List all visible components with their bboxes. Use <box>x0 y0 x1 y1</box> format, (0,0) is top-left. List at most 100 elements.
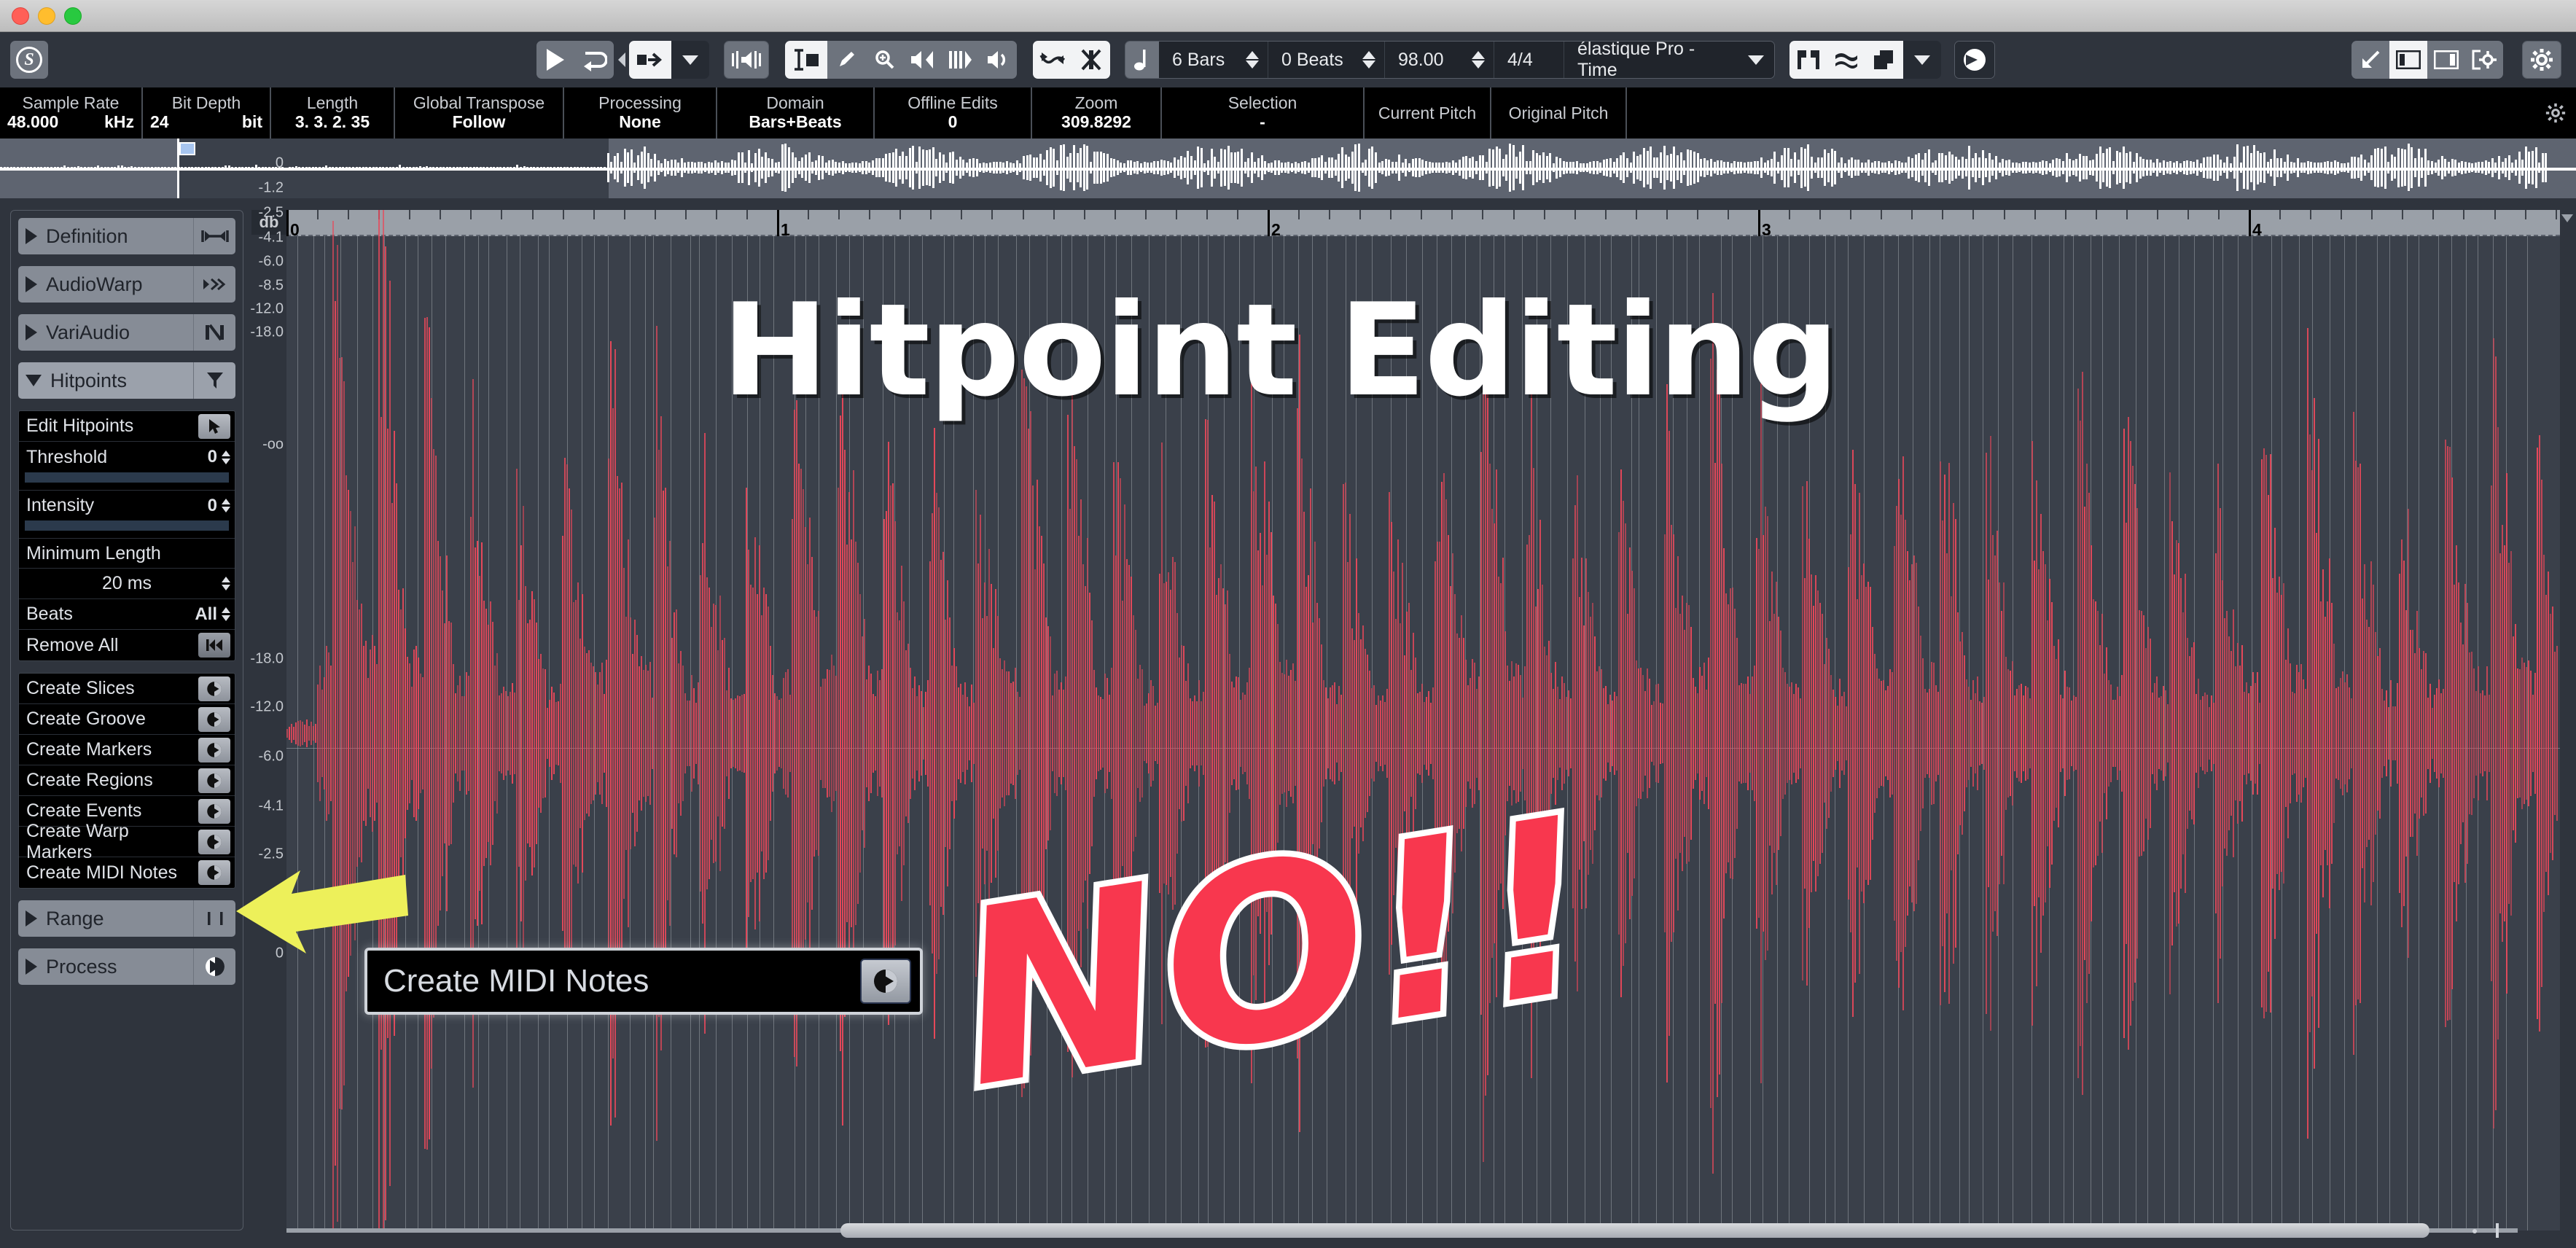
create-midi-notes-callout[interactable]: Create MIDI Notes <box>364 948 923 1015</box>
variaudio-icon[interactable] <box>193 314 235 351</box>
chevron-down-icon[interactable] <box>2561 214 2573 222</box>
show-right-zone-button[interactable] <box>2427 41 2465 79</box>
play-button[interactable] <box>536 41 574 79</box>
range-bounds-icon[interactable] <box>193 900 235 937</box>
beats-stepper[interactable] <box>222 607 230 621</box>
snap-grid-button[interactable] <box>1072 41 1110 79</box>
minimum-length-field[interactable]: 20 ms <box>19 569 235 599</box>
info-cell-sample-rate[interactable]: Sample Rate 48.000 kHz <box>0 87 143 139</box>
process-icon[interactable] <box>193 948 235 985</box>
bars-field[interactable]: 6 Bars <box>1159 42 1268 78</box>
info-cell-original-pitch[interactable]: Original Pitch <box>1491 87 1627 139</box>
info-cell-zoom[interactable]: Zoom 309.8292 <box>1032 87 1162 139</box>
play-action-icon[interactable] <box>198 829 230 854</box>
play-action-icon[interactable] <box>198 798 230 824</box>
play-action-icon[interactable] <box>198 737 230 763</box>
intensity-stepper[interactable] <box>222 499 230 512</box>
action-create-markers[interactable]: Create Markers <box>19 735 235 765</box>
autoscroll-button[interactable] <box>629 41 671 79</box>
sidebar-item-definition[interactable]: Definition <box>18 218 235 254</box>
info-cell-offline-edits[interactable]: Offline Edits 0 <box>875 87 1032 139</box>
action-create-groove[interactable]: Create Groove <box>19 704 235 735</box>
intensity-slider[interactable] <box>25 520 229 531</box>
db-ruler[interactable]: db 0 -1.2 -2.5 -4.1 -6.0 -8.5 -12.0 -18.0 -oo -18… <box>250 155 286 1231</box>
intensity-row[interactable]: Intensity 0 <box>19 490 235 520</box>
algorithm-combo[interactable]: élastique Pro - Time <box>1564 42 1774 78</box>
zoom-slider-handle[interactable] <box>2496 1223 2499 1238</box>
info-cell-processing[interactable]: Processing None <box>564 87 717 139</box>
view-options-caret[interactable] <box>1903 41 1941 79</box>
steinberg-logo-button[interactable]: S <box>10 41 48 79</box>
zoom-button[interactable] <box>64 7 82 25</box>
time-warp-tool-button[interactable] <box>941 41 979 79</box>
overview-strip[interactable] <box>0 139 2576 198</box>
event-handles-button[interactable] <box>1789 41 1827 79</box>
horizontal-scrollbar[interactable] <box>286 1223 2518 1238</box>
setup-window-layout-button[interactable] <box>2465 41 2503 79</box>
revert-button[interactable] <box>1955 42 1994 78</box>
minimize-button[interactable] <box>38 7 55 25</box>
overview-position-marker[interactable] <box>179 142 195 155</box>
play-action-icon[interactable] <box>198 706 230 732</box>
definition-grid-icon[interactable] <box>193 218 235 254</box>
duplicate-view-button[interactable] <box>1865 41 1903 79</box>
range-select-tool-button[interactable] <box>785 41 827 79</box>
play-action-icon[interactable] <box>198 676 230 701</box>
scrollbar-thumb[interactable] <box>840 1223 2429 1238</box>
info-cell-global-transpose[interactable]: Global Transpose Follow <box>395 87 564 139</box>
action-create-slices[interactable]: Create Slices <box>19 674 235 704</box>
play-action-icon[interactable] <box>198 860 230 885</box>
tempo-field[interactable]: 98.00 <box>1385 42 1494 78</box>
time-signature-field[interactable]: 4/4 <box>1494 42 1564 78</box>
audition-button[interactable] <box>725 42 768 78</box>
sidebar-item-hitpoints[interactable]: Hitpoints <box>18 362 235 399</box>
sidebar-item-range[interactable]: Range <box>18 900 235 937</box>
remove-all-row[interactable]: Remove All <box>19 630 235 660</box>
tempo-stepper[interactable] <box>1472 51 1485 69</box>
waveform-layers-button[interactable] <box>1827 41 1865 79</box>
gear-icon[interactable] <box>2545 103 2566 123</box>
audiowarp-icon[interactable] <box>193 266 235 303</box>
play-action-icon[interactable] <box>198 768 230 793</box>
info-cell-length[interactable]: Length 3. 3. 2. 35 <box>271 87 395 139</box>
beats-field[interactable]: 0 Beats <box>1268 42 1385 78</box>
arrow-down-left-button[interactable] <box>2351 41 2389 79</box>
snap-zero-crossing-button[interactable] <box>1033 41 1072 79</box>
zoom-magnifier-tool-button[interactable] <box>865 41 903 79</box>
beats-row[interactable]: Beats All <box>19 599 235 630</box>
filter-funnel-icon[interactable] <box>193 362 235 399</box>
action-create-warp-markers[interactable]: Create Warp Markers <box>19 821 235 862</box>
draw-pencil-tool-button[interactable] <box>827 41 865 79</box>
play-audio-tool-button[interactable] <box>979 41 1017 79</box>
zoom-slider-dot[interactable] <box>2472 1229 2477 1233</box>
edit-hitpoints-row[interactable]: Edit Hitpoints <box>19 411 235 442</box>
action-create-midi-notes[interactable]: Create MIDI Notes <box>19 857 235 888</box>
info-cell-current-pitch[interactable]: Current Pitch <box>1365 87 1491 139</box>
bars-stepper[interactable] <box>1246 51 1259 69</box>
sidebar-item-audiowarp[interactable]: AudioWarp <box>18 266 235 303</box>
info-cell-domain[interactable]: Domain Bars+Beats <box>717 87 875 139</box>
info-cell-bit-depth[interactable]: Bit Depth 24 bit <box>143 87 271 139</box>
musical-mode-note-button[interactable] <box>1125 42 1159 78</box>
cursor-arrow-icon[interactable] <box>198 413 230 439</box>
info-cell-selection[interactable]: Selection - <box>1162 87 1365 139</box>
ruler-tick <box>838 210 840 219</box>
sidebar-item-variaudio[interactable]: VariAudio <box>18 314 235 351</box>
rewind-icon[interactable] <box>198 633 230 658</box>
autoscroll-settings-caret[interactable] <box>671 41 709 79</box>
bar-ruler[interactable]: 01234 <box>286 210 2560 239</box>
close-button[interactable] <box>12 7 29 25</box>
gear-button[interactable] <box>2523 42 2561 78</box>
threshold-slider[interactable] <box>25 472 229 483</box>
sidebar-item-process[interactable]: Process <box>18 948 235 985</box>
threshold-stepper[interactable] <box>222 450 230 464</box>
action-create-regions[interactable]: Create Regions <box>19 765 235 796</box>
minimum-length-stepper[interactable] <box>222 577 230 590</box>
mute-tool-button[interactable] <box>903 41 941 79</box>
transport-expander-icon[interactable] <box>617 51 627 69</box>
show-left-zone-button[interactable] <box>2389 41 2427 79</box>
threshold-row[interactable]: Threshold 0 <box>19 442 235 472</box>
beats-stepper[interactable] <box>1362 51 1375 69</box>
play-action-icon[interactable] <box>860 959 911 1004</box>
cycle-button[interactable] <box>574 41 614 79</box>
